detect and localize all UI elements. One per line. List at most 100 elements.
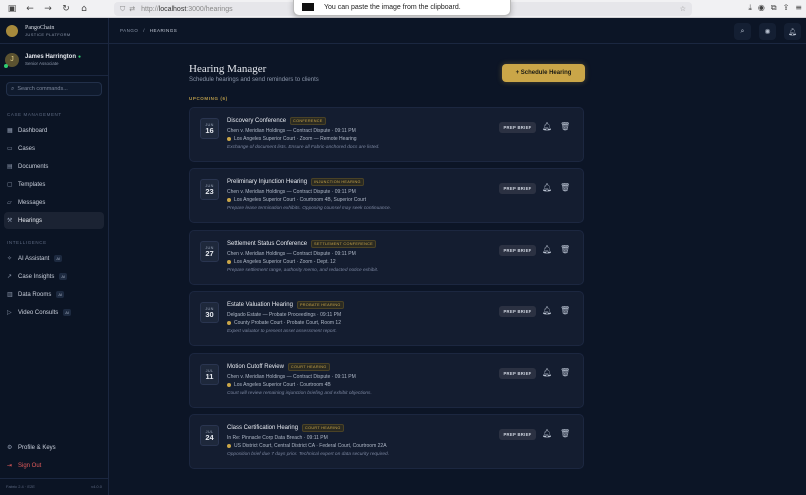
home-icon[interactable]: ⌂ <box>78 3 90 15</box>
ai-badge: AI <box>54 255 63 262</box>
hearing-card[interactable]: JUL 11 Motion Cutoff Review COURT HEARING Ch… <box>189 353 584 408</box>
prep-brief-button[interactable]: PREP BRIEF <box>499 306 536 317</box>
reminder-bell-icon[interactable]: 🔔︎ <box>542 368 552 377</box>
delete-trash-icon[interactable]: 🗑︎ <box>560 183 570 192</box>
gavel-icon: ⚒ <box>7 217 13 224</box>
sign-out-button[interactable]: ⇥ Sign Out <box>4 457 104 474</box>
gear-icon: ⚙ <box>7 444 13 451</box>
delete-trash-icon[interactable]: 🗑︎ <box>560 429 570 438</box>
extensions-icon[interactable]: ⧉ <box>771 3 777 13</box>
hearing-day: 16 <box>205 125 214 135</box>
reminder-bell-icon[interactable]: 🔔︎ <box>542 429 552 438</box>
user-role: Senior Associate <box>25 60 59 66</box>
trend-icon: ↗ <box>7 273 13 280</box>
reminder-bell-icon[interactable]: 🔔︎ <box>542 245 552 254</box>
prep-brief-button[interactable]: PREP BRIEF <box>499 368 536 379</box>
fabric-status: Fabric 2.4 · E2E <box>6 484 35 489</box>
hearing-card[interactable]: JUN 27 Settlement Status Conference SETTLEM… <box>189 230 584 285</box>
hearing-card[interactable]: JUN 23 Preliminary Injunction Hearing INJUN… <box>189 168 584 223</box>
sidebar-item-data-rooms[interactable]: ▥ Data Rooms AI <box>4 286 104 303</box>
hearing-case: Chen v. Meridian Holdings — Contract Dis… <box>227 374 356 380</box>
delete-trash-icon[interactable]: 🗑︎ <box>560 245 570 254</box>
sidebar-item-profile-keys[interactable]: ⚙ Profile & Keys <box>4 439 104 456</box>
hearing-title: Motion Cutoff Review <box>227 364 284 370</box>
hearing-note: Expert valuator to present asset assessm… <box>227 329 337 334</box>
account-icon[interactable]: ◉ <box>758 3 765 13</box>
folder-icon: ▭ <box>7 145 13 152</box>
prep-brief-button[interactable]: PREP BRIEF <box>499 429 536 440</box>
sidebar-toggle-icon[interactable]: ▣ <box>6 3 18 15</box>
download-icon[interactable]: ⤓ <box>748 3 752 13</box>
sidebar-item-documents[interactable]: ▤ Documents <box>4 158 104 175</box>
sidebar-item-case-insights[interactable]: ↗ Case Insights AI <box>4 268 104 285</box>
ai-badge: AI <box>56 291 65 298</box>
bookmark-star-icon[interactable]: ☆ <box>680 5 686 13</box>
template-icon: ▢ <box>7 181 13 188</box>
hearing-location: Los Angeles Superior Court · Zoom - Dept… <box>227 259 336 265</box>
sidebar-item-ai-assistant[interactable]: ✧ AI Assistant AI <box>4 250 104 267</box>
section-intelligence: INTELLIGENCE <box>7 240 47 245</box>
delete-trash-icon[interactable]: 🗑︎ <box>560 368 570 377</box>
hearing-title: Settlement Status Conference <box>227 241 308 247</box>
hearing-type-tag: COURT HEARING <box>302 424 344 432</box>
verified-icon: ● <box>78 53 82 60</box>
ai-badge: AI <box>59 273 68 280</box>
brand-subtitle: JUSTICE PLATFORM <box>25 31 71 37</box>
hearing-case: Chen v. Meridian Holdings — Contract Dis… <box>227 251 356 257</box>
menu-icon[interactable]: ≡ <box>795 3 802 13</box>
breadcrumb: PANGO / HEARINGS <box>120 28 178 33</box>
location-pin-icon <box>227 137 231 141</box>
prep-brief-button[interactable]: PREP BRIEF <box>499 122 536 133</box>
hearing-title: Estate Valuation Hearing <box>227 302 293 308</box>
theme-toggle-button[interactable]: ✺ <box>759 23 776 40</box>
share-icon[interactable]: ⇪ <box>783 3 790 13</box>
prep-brief-button[interactable]: PREP BRIEF <box>499 183 536 194</box>
sidebar-footer: Fabric 2.4 · E2E v4.0.0 <box>0 478 108 495</box>
brand-name: PangoChain <box>25 24 55 31</box>
prep-brief-button[interactable]: PREP BRIEF <box>499 245 536 256</box>
hearing-location: Los Angeles Superior Court · Courtroom 4… <box>227 382 331 388</box>
command-search-input[interactable]: ⌕ Search commands... <box>6 82 102 96</box>
back-icon[interactable]: ← <box>24 3 36 15</box>
sidebar-item-templates[interactable]: ▢ Templates <box>4 176 104 193</box>
shield-icon: ⛉ <box>120 4 126 13</box>
delete-trash-icon[interactable]: 🗑︎ <box>560 122 570 131</box>
brand[interactable]: PangoChain JUSTICE PLATFORM <box>0 18 108 44</box>
hearing-location: Los Angeles Superior Court · Courtroom 4… <box>227 197 366 203</box>
delete-trash-icon[interactable]: 🗑︎ <box>560 306 570 315</box>
sidebar-item-dashboard[interactable]: ▦ Dashboard <box>4 122 104 139</box>
breadcrumb-root[interactable]: PANGO <box>120 28 138 33</box>
hearing-location: US District Court, Central District CA ·… <box>227 443 387 449</box>
hearing-day: 23 <box>205 186 214 196</box>
notifications-button[interactable]: 🔔︎ <box>784 23 801 40</box>
hearing-card[interactable]: JUN 16 Discovery Conference CONFERENCE Chen … <box>189 107 584 162</box>
reminder-bell-icon[interactable]: 🔔︎ <box>542 306 552 315</box>
sidebar-item-video-consults[interactable]: ▷ Video Consults AI <box>4 304 104 321</box>
hearing-type-tag: SETTLEMENT CONFERENCE <box>311 240 377 248</box>
hearing-card[interactable]: JUL 24 Class Certification Hearing COURT HE… <box>189 414 584 469</box>
database-icon: ▥ <box>7 291 13 298</box>
search-button[interactable]: ⌕ <box>734 23 751 40</box>
toast-image-icon <box>302 3 314 11</box>
hearing-type-tag: PROBATE HEARING <box>296 301 344 309</box>
url-path: :3000/hearings <box>186 5 233 13</box>
avatar: J <box>4 52 19 68</box>
hearing-title: Preliminary Injunction Hearing <box>227 179 308 185</box>
sidebar-item-messages[interactable]: ▱ Messages <box>4 194 104 211</box>
page-title: Hearing Manager <box>189 63 267 75</box>
user-profile[interactable]: J James Harrington ● Senior Associate <box>0 44 108 76</box>
sidebar-item-hearings[interactable]: ⚒ Hearings <box>4 212 104 229</box>
sidebar-item-cases[interactable]: ▭ Cases <box>4 140 104 157</box>
url-host: localhost <box>158 5 187 13</box>
hearing-card[interactable]: JUN 30 Estate Valuation Hearing PROBATE HEA… <box>189 291 584 346</box>
upcoming-heading: UPCOMING (6) <box>189 96 228 101</box>
hearing-location: Los Angeles Superior Court · Zoom — Remo… <box>227 136 357 142</box>
forward-icon[interactable]: → <box>42 3 54 15</box>
reminder-bell-icon[interactable]: 🔔︎ <box>542 122 552 131</box>
sun-icon: ✺ <box>764 27 771 36</box>
reload-icon[interactable]: ↻ <box>60 3 72 15</box>
hearing-date: JUN 30 <box>200 302 219 323</box>
sidebar: PangoChain JUSTICE PLATFORM J James Harr… <box>0 18 109 495</box>
schedule-hearing-button[interactable]: + Schedule Hearing <box>502 64 585 82</box>
reminder-bell-icon[interactable]: 🔔︎ <box>542 183 552 192</box>
